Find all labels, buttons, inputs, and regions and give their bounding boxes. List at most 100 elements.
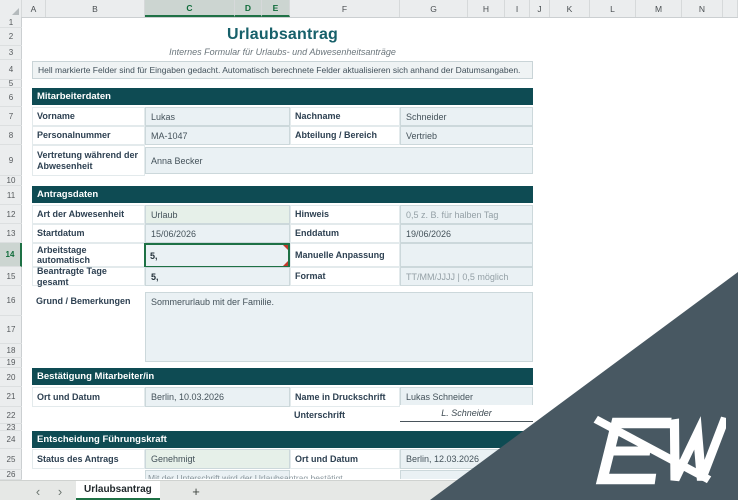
column-header-N[interactable]: N xyxy=(682,0,723,17)
prev-sheet-button[interactable]: ‹ xyxy=(30,481,46,500)
label-abteilung[interactable]: Abteilung / Bereich xyxy=(290,126,400,145)
row-header-7[interactable]: 7 xyxy=(0,107,22,126)
row-header-1[interactable]: 1 xyxy=(0,17,22,28)
row-header-13[interactable]: 13 xyxy=(0,224,22,243)
row-header-21[interactable]: 21 xyxy=(0,387,22,407)
column-header-E[interactable]: E xyxy=(262,0,290,17)
label-manuelle-anpassung[interactable]: Manuelle Anpassung xyxy=(290,243,400,267)
column-header-J[interactable]: J xyxy=(530,0,550,17)
note-indicator-icon xyxy=(283,245,288,250)
column-header-M[interactable]: M xyxy=(636,0,682,17)
row-header-9[interactable]: 9 xyxy=(0,145,22,176)
row-header-10[interactable]: 10 xyxy=(0,176,22,186)
column-header-partial[interactable] xyxy=(723,0,738,17)
next-sheet-button[interactable]: › xyxy=(52,481,68,500)
row-headers: 1 2 3 4 5 6 7 8 9 10 11 12 13 14 15 16 17 18 19 20 21 22 23 24 2… xyxy=(0,17,22,480)
column-header-B[interactable]: B xyxy=(46,0,145,17)
section-header-entscheidung: Entscheidung Führungskraft xyxy=(32,431,533,448)
row-header-17[interactable]: 17 xyxy=(0,316,22,344)
label-beantragte-tage[interactable]: Beantragte Tage gesamt xyxy=(32,266,145,287)
selected-cell-arbeitstage[interactable]: 5, xyxy=(144,243,290,268)
column-header-C[interactable]: C xyxy=(145,0,235,17)
cell-vorname[interactable]: Lukas xyxy=(145,107,290,126)
cell-vertretung[interactable]: Anna Becker xyxy=(145,147,533,174)
label-art[interactable]: Art der Abwesenheit xyxy=(32,205,145,224)
label-enddatum[interactable]: Enddatum xyxy=(290,224,400,243)
label-nachname[interactable]: Nachname xyxy=(290,107,400,126)
column-header-H[interactable]: H xyxy=(468,0,505,17)
section-header-antragsdaten: Antragsdaten xyxy=(32,186,533,203)
column-header-A[interactable]: A xyxy=(22,0,46,17)
column-headers: ABCDEFGHIJKLMN xyxy=(0,0,738,18)
label-vertretung[interactable]: Vertretung während der Abwesenheit xyxy=(32,145,145,176)
cell-ort-datum-mitarbeiter[interactable]: Berlin, 10.03.2026 xyxy=(145,387,290,407)
row-header-23[interactable]: 23 xyxy=(0,423,22,432)
column-header-K[interactable]: K xyxy=(550,0,590,17)
clipped-hint-text: Mit der Unterschrift wird der Urlaubsant… xyxy=(148,473,343,479)
cell-unterschrift-signature[interactable]: L. Schneider xyxy=(400,405,533,422)
cell-enddatum[interactable]: 19/06/2026 xyxy=(400,224,533,243)
cell-startdatum[interactable]: 15/06/2026 xyxy=(145,224,290,243)
row-header-15[interactable]: 15 xyxy=(0,267,22,286)
cell-nachname[interactable]: Schneider xyxy=(400,107,533,126)
select-all-corner[interactable] xyxy=(0,0,22,17)
row-header-3[interactable]: 3 xyxy=(0,46,22,60)
cell-art[interactable]: Urlaub xyxy=(145,205,290,224)
label-status[interactable]: Status des Antrags xyxy=(32,449,145,469)
label-unterschrift[interactable]: Unterschrift xyxy=(290,407,400,424)
cell-name-druckschrift[interactable]: Lukas Schneider xyxy=(400,387,533,407)
cell-manuelle-anpassung[interactable] xyxy=(400,243,533,267)
form-note: Hell markierte Felder sind für Eingaben … xyxy=(32,61,533,79)
row-header-24[interactable]: 24 xyxy=(0,431,22,449)
label-hinweis[interactable]: Hinweis xyxy=(290,205,400,224)
row-header-19[interactable]: 19 xyxy=(0,358,22,368)
row-header-4[interactable]: 4 xyxy=(0,60,22,80)
row-header-18[interactable]: 18 xyxy=(0,344,22,358)
label-arbeitstage[interactable]: Arbeitstage automatisch xyxy=(32,243,145,267)
label-ort-datum-fuehrungskraft[interactable]: Ort und Datum xyxy=(290,449,400,469)
row-header-12[interactable]: 12 xyxy=(0,205,22,224)
select-all-triangle-icon xyxy=(12,8,19,15)
cell-hinweis[interactable]: 0,5 z. B. für halben Tag xyxy=(400,205,533,224)
column-header-G[interactable]: G xyxy=(400,0,468,17)
excel-window: ABCDEFGHIJKLMN 1 2 3 4 5 6 7 8 9 10 11 12 13 14 15 16 17… xyxy=(0,0,738,500)
cell-status[interactable]: Genehmigt xyxy=(145,449,290,469)
row-header-8[interactable]: 8 xyxy=(0,126,22,145)
cell-grund[interactable]: Sommerurlaub mit der Familie. xyxy=(145,292,533,362)
row-header-26[interactable]: 26 xyxy=(0,470,22,480)
label-personalnummer[interactable]: Personalnummer xyxy=(32,126,145,145)
cell-beantragte-tage[interactable]: 5, xyxy=(145,267,290,286)
add-sheet-button[interactable]: + xyxy=(186,481,206,500)
row-header-25[interactable]: 25 xyxy=(0,449,22,470)
row-header-11[interactable]: 11 xyxy=(0,186,22,205)
label-ort-datum-mitarbeiter[interactable]: Ort und Datum xyxy=(32,387,145,407)
row-header-14[interactable]: 14 xyxy=(0,243,22,267)
cell-abteilung[interactable]: Vertrieb xyxy=(400,126,533,145)
section-header-bestaetigung: Bestätigung Mitarbeiter/in xyxy=(32,368,533,385)
row-header-6[interactable]: 6 xyxy=(0,88,22,107)
label-name-druckschrift[interactable]: Name in Druckschrift xyxy=(290,387,400,407)
row-header-20[interactable]: 20 xyxy=(0,368,22,387)
row-header-22[interactable]: 22 xyxy=(0,407,22,424)
column-header-D[interactable]: D xyxy=(235,0,262,17)
label-format[interactable]: Format xyxy=(290,267,400,286)
label-startdatum[interactable]: Startdatum xyxy=(32,224,145,243)
column-header-F[interactable]: F xyxy=(290,0,400,17)
row-header-2[interactable]: 2 xyxy=(0,28,22,46)
ew-logo-icon xyxy=(586,408,730,499)
row-header-5[interactable]: 5 xyxy=(0,79,22,88)
column-header-L[interactable]: L xyxy=(590,0,636,17)
cell-personalnummer[interactable]: MA-1047 xyxy=(145,126,290,145)
row-header-16[interactable]: 16 xyxy=(0,286,22,316)
clipped-row: Mit der Unterschrift wird der Urlaubsant… xyxy=(32,470,533,479)
label-grund[interactable]: Grund / Bemerkungen xyxy=(32,290,145,312)
sheet-tab-urlaubsantrag[interactable]: Urlaubsantrag xyxy=(76,481,160,500)
selected-cell-value: 5, xyxy=(150,250,158,261)
column-header-I[interactable]: I xyxy=(505,0,530,17)
section-header-mitarbeiterdaten: Mitarbeiterdaten xyxy=(32,88,533,105)
cell-format[interactable]: TT/MM/JJJJ | 0,5 möglich xyxy=(400,267,533,286)
form-subtitle: Internes Formular für Urlaubs- und Abwes… xyxy=(169,47,396,57)
note-indicator-bottom-icon xyxy=(283,261,288,266)
label-vorname[interactable]: Vorname xyxy=(32,107,145,126)
form-title: Urlaubsantrag xyxy=(226,26,339,43)
